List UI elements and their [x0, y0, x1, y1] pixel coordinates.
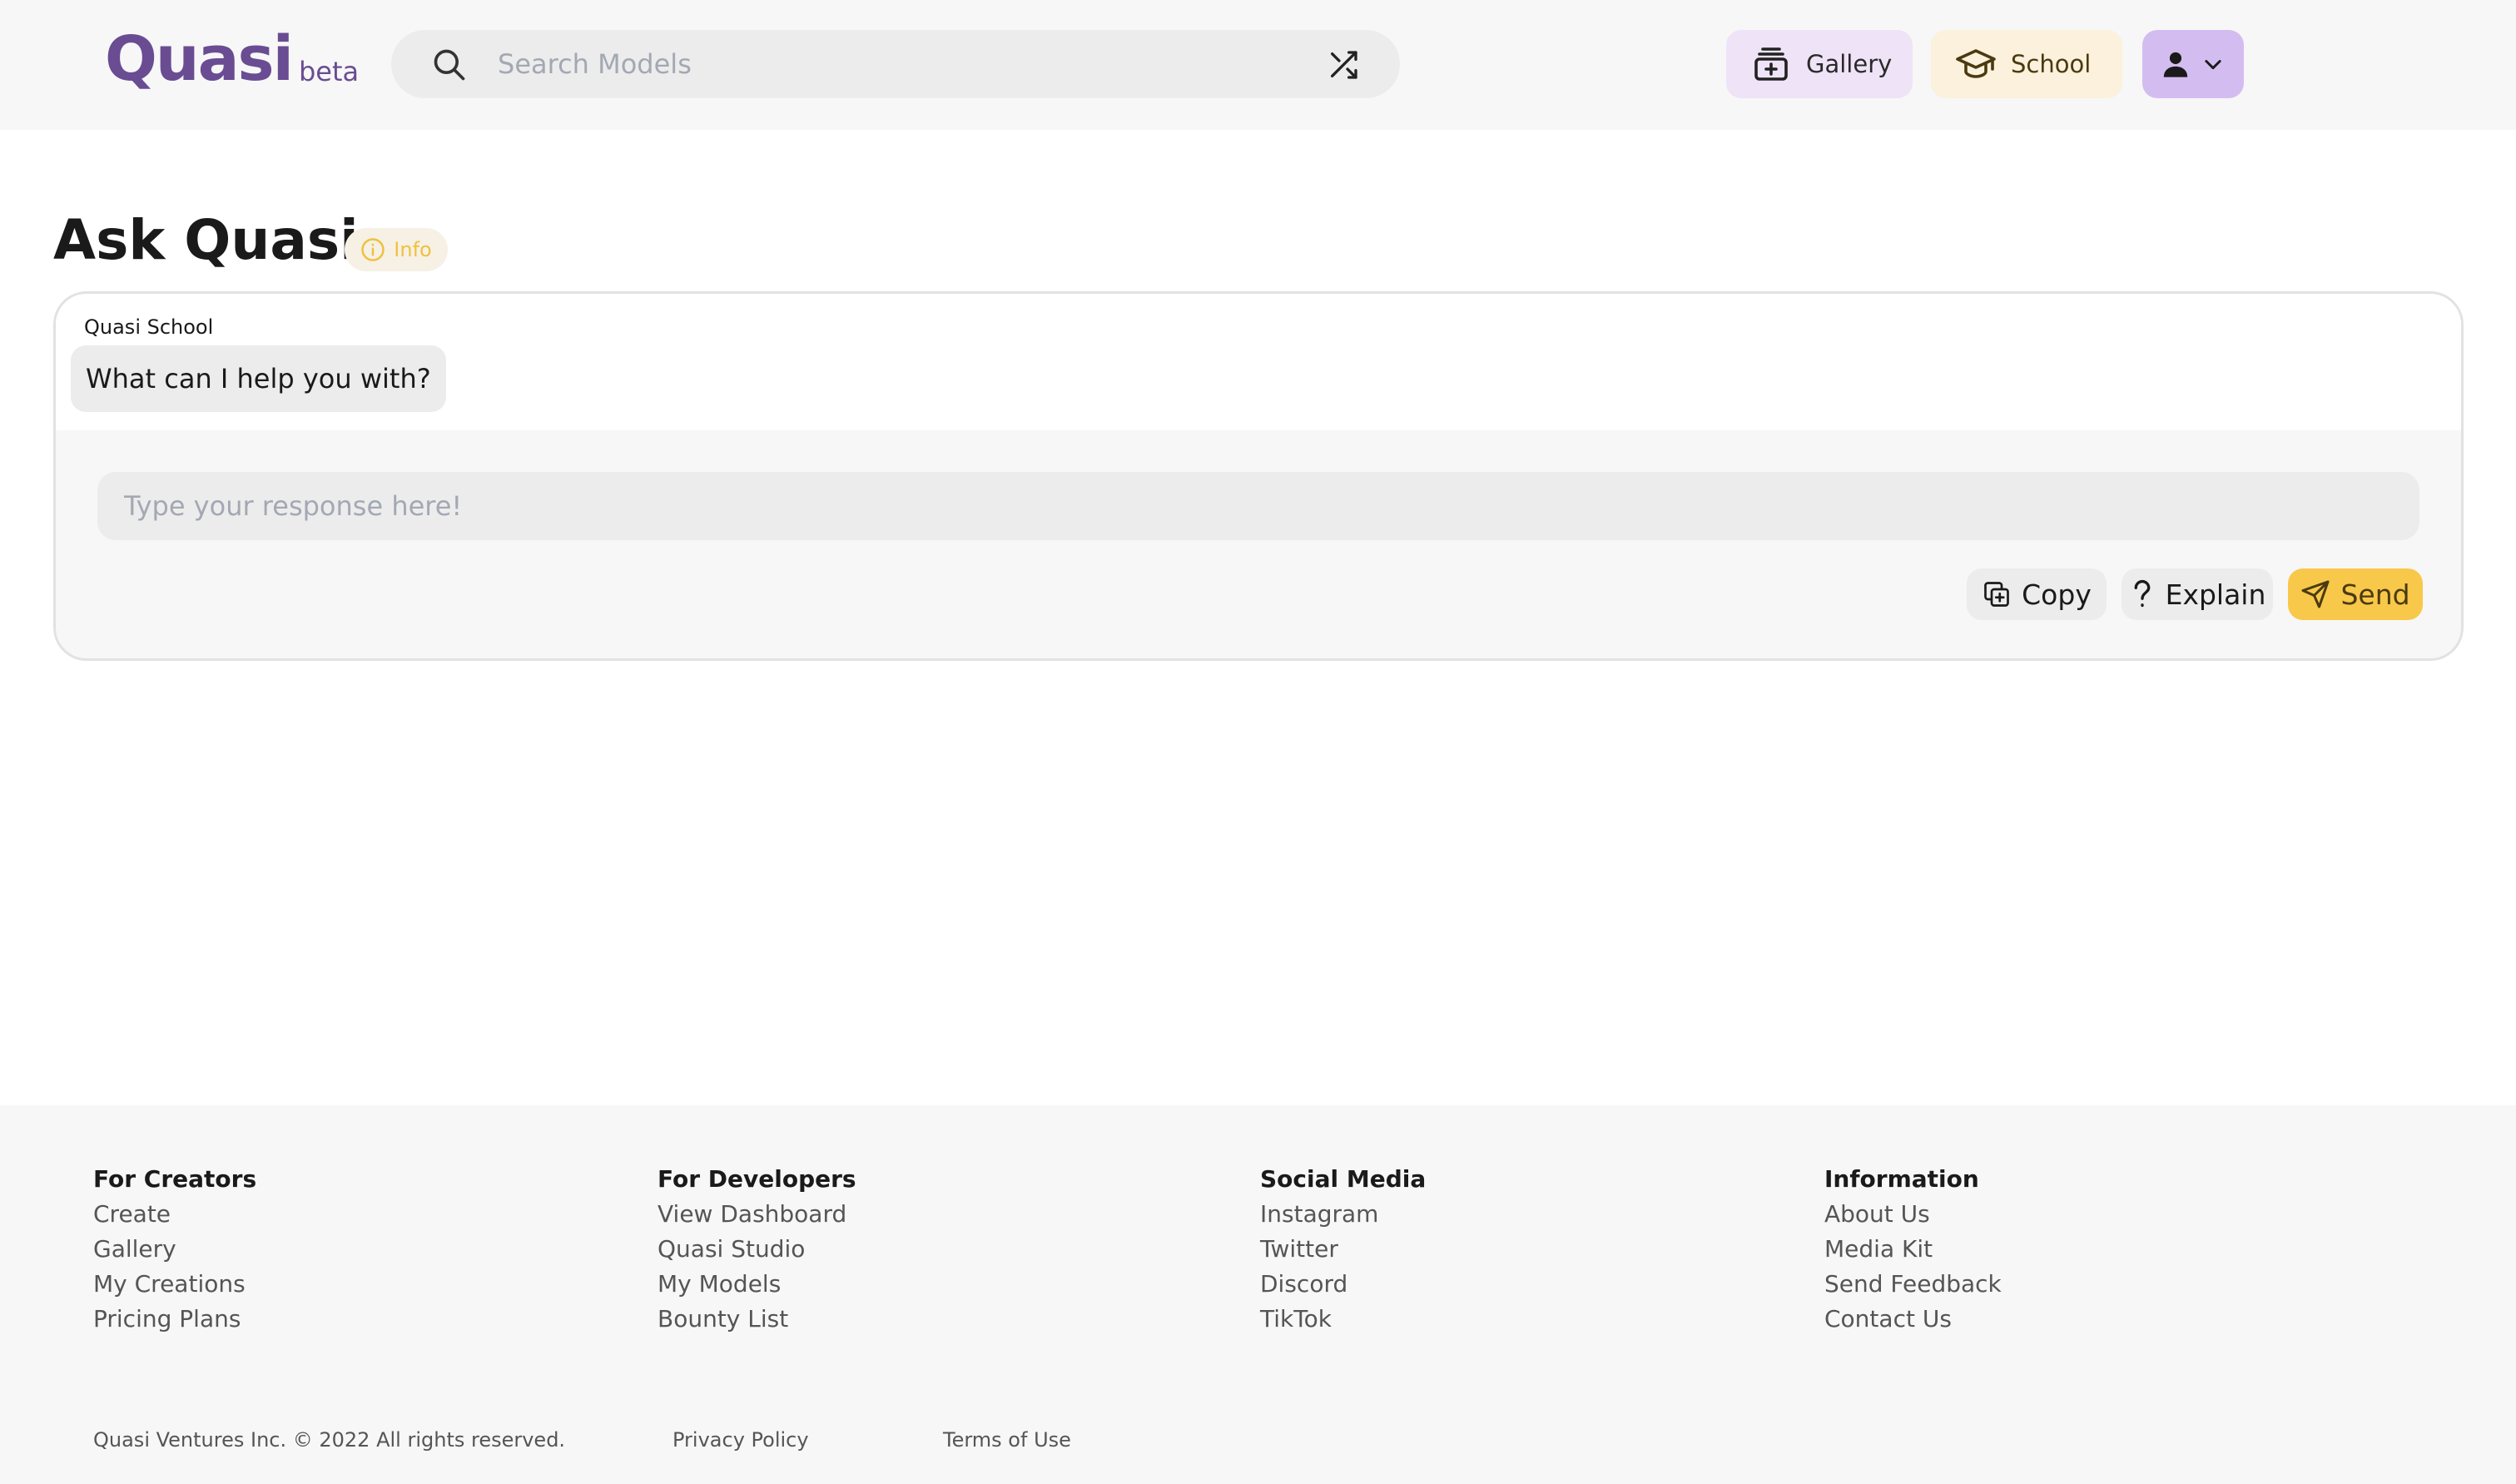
gallery-label: Gallery	[1806, 50, 1893, 78]
logo-beta-badge: beta	[298, 56, 360, 87]
explain-button[interactable]: Explain	[2121, 568, 2273, 620]
footer-link-send-feedback[interactable]: Send Feedback	[1824, 1267, 2002, 1302]
footer-heading: For Developers	[658, 1165, 856, 1193]
search-input[interactable]	[498, 30, 1297, 98]
chat-panel: Quasi School What can I help you with? C…	[53, 291, 2464, 661]
gallery-button[interactable]: Gallery	[1726, 30, 1913, 98]
footer-link-pricing-plans[interactable]: Pricing Plans	[93, 1302, 256, 1337]
search-icon[interactable]	[431, 47, 468, 83]
footer: For Creators Create Gallery My Creations…	[0, 1105, 2516, 1484]
footer-column-social: Social Media Instagram Twitter Discord T…	[1260, 1162, 1426, 1337]
privacy-policy-link[interactable]: Privacy Policy	[672, 1428, 809, 1452]
search-bar	[391, 30, 1400, 98]
footer-link-view-dashboard[interactable]: View Dashboard	[658, 1197, 856, 1232]
footer-link-my-models[interactable]: My Models	[658, 1267, 856, 1302]
footer-link-discord[interactable]: Discord	[1260, 1267, 1426, 1302]
send-label: Send	[2340, 578, 2410, 611]
page-title: Ask Quasi	[53, 208, 359, 272]
send-icon	[2301, 580, 2330, 608]
chevron-down-icon	[2205, 60, 2221, 70]
copyright-text: Quasi Ventures Inc. © 2022 All rights re…	[93, 1428, 566, 1452]
logo[interactable]: Quasi beta	[105, 28, 359, 90]
footer-column-developers: For Developers View Dashboard Quasi Stud…	[658, 1162, 856, 1337]
footer-link-instagram[interactable]: Instagram	[1260, 1197, 1426, 1232]
shuffle-icon[interactable]	[1327, 48, 1360, 82]
footer-link-gallery[interactable]: Gallery	[93, 1232, 256, 1267]
message-bubble: What can I help you with?	[71, 345, 446, 412]
explain-label: Explain	[2165, 578, 2266, 611]
info-label: Info	[394, 238, 432, 261]
gallery-icon	[1754, 47, 1788, 81]
footer-column-information: Information About Us Media Kit Send Feed…	[1824, 1162, 2002, 1337]
school-label: School	[2011, 50, 2092, 78]
footer-heading: Social Media	[1260, 1165, 1427, 1193]
response-input[interactable]	[97, 472, 2419, 540]
footer-link-create[interactable]: Create	[93, 1197, 256, 1232]
terms-of-use-link[interactable]: Terms of Use	[943, 1428, 1071, 1452]
footer-link-media-kit[interactable]: Media Kit	[1824, 1232, 2002, 1267]
footer-heading: For Creators	[93, 1165, 257, 1193]
footer-column-creators: For Creators Create Gallery My Creations…	[93, 1162, 256, 1337]
copy-icon	[1984, 582, 2009, 607]
footer-link-twitter[interactable]: Twitter	[1260, 1232, 1426, 1267]
footer-link-bounty-list[interactable]: Bounty List	[658, 1302, 856, 1337]
message-sender: Quasi School	[84, 315, 214, 339]
footer-link-about-us[interactable]: About Us	[1824, 1197, 2002, 1232]
graduation-cap-icon	[1956, 49, 1996, 78]
footer-heading: Information	[1824, 1165, 1979, 1193]
footer-link-my-creations[interactable]: My Creations	[93, 1267, 256, 1302]
top-header: Quasi beta Gallery	[0, 0, 2516, 130]
send-button[interactable]: Send	[2288, 568, 2423, 620]
logo-text: Quasi	[105, 23, 294, 95]
footer-link-tiktok[interactable]: TikTok	[1260, 1302, 1426, 1337]
account-menu-button[interactable]	[2142, 30, 2244, 98]
copy-label: Copy	[2022, 578, 2092, 611]
copy-button[interactable]: Copy	[1967, 568, 2107, 620]
info-icon	[361, 238, 385, 261]
footer-link-quasi-studio[interactable]: Quasi Studio	[658, 1232, 856, 1267]
school-button[interactable]: School	[1931, 30, 2122, 98]
user-icon	[2163, 52, 2188, 77]
question-icon	[2134, 579, 2150, 608]
chat-message-list: Quasi School What can I help you with?	[56, 294, 2461, 430]
info-button[interactable]: Info	[345, 228, 448, 271]
footer-link-contact-us[interactable]: Contact Us	[1824, 1302, 2002, 1337]
